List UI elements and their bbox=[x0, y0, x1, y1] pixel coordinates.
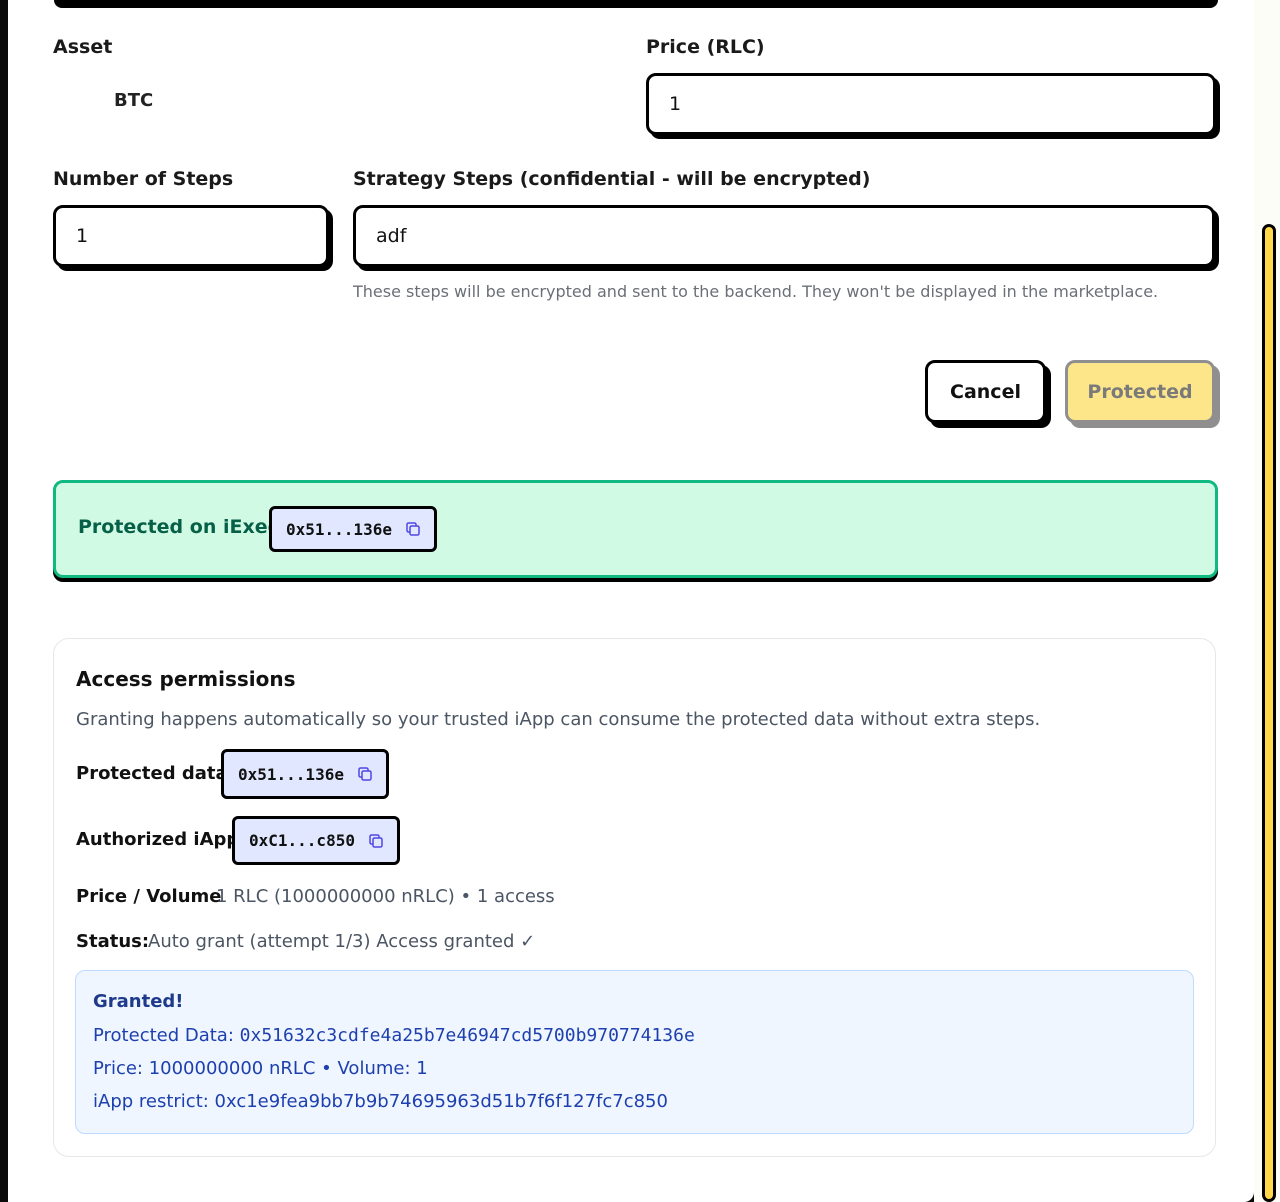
asset-value: BTC bbox=[114, 90, 154, 111]
granted-title: Granted! bbox=[93, 991, 184, 1012]
granted-protected-data: Protected Data: 0x51632c3cdfe4a25b7e4694… bbox=[93, 1025, 695, 1046]
status-value: Auto grant (attempt 1/3) Access granted … bbox=[148, 931, 536, 952]
protected-address: 0x51...136e bbox=[286, 519, 392, 539]
copy-icon[interactable] bbox=[404, 520, 422, 538]
granted-protected-data-prefix: Protected Data: bbox=[93, 1025, 234, 1046]
authorized-iapp-chip[interactable]: 0xC1...c850 bbox=[232, 816, 400, 865]
copy-icon[interactable] bbox=[367, 832, 385, 850]
status-label: Status: bbox=[76, 931, 150, 952]
authorized-iapp-label: Authorized iApp bbox=[76, 829, 240, 850]
access-permissions-card: Access permissions Granting happens auto… bbox=[53, 638, 1216, 1157]
granted-protected-data-address: 0x51632c3cdfe4a25b7e46947cd5700b97077413… bbox=[239, 1025, 695, 1046]
price-volume-label: Price / Volume bbox=[76, 886, 222, 907]
price-volume-value: 1 RLC (1000000000 nRLC) • 1 access bbox=[216, 886, 555, 907]
strategy-input[interactable]: adf bbox=[353, 205, 1215, 267]
permissions-title: Access permissions bbox=[76, 667, 296, 691]
protected-data-chip[interactable]: 0x51...136e bbox=[221, 749, 389, 799]
granted-info-box: Granted! Protected Data: 0x51632c3cdfe4a… bbox=[75, 970, 1194, 1134]
authorized-iapp-address: 0xC1...c850 bbox=[249, 831, 355, 850]
protected-button[interactable]: Protected bbox=[1065, 360, 1215, 423]
protected-data-address: 0x51...136e bbox=[238, 764, 344, 784]
strategy-label: Strategy Steps (confidential - will be e… bbox=[353, 168, 871, 190]
protected-data-label: Protected data bbox=[76, 763, 228, 784]
protected-address-chip[interactable]: 0x51...136e bbox=[269, 506, 437, 552]
protected-notice-label: Protected on iExec: bbox=[78, 516, 287, 538]
protected-notice: Protected on iExec: 0x51...136e bbox=[53, 480, 1218, 578]
permissions-description: Granting happens automatically so your t… bbox=[76, 709, 1041, 730]
price-label: Price (RLC) bbox=[646, 36, 765, 58]
granted-iapp-restrict: iApp restrict: 0xc1e9fea9bb7b9b74695963d… bbox=[93, 1091, 668, 1112]
scrollbar-thumb[interactable] bbox=[1262, 224, 1276, 1202]
strategy-helper-text: These steps will be encrypted and sent t… bbox=[353, 282, 1159, 301]
copy-icon[interactable] bbox=[356, 765, 374, 783]
granted-price-volume: Price: 1000000000 nRLC • Volume: 1 bbox=[93, 1058, 428, 1079]
price-input[interactable]: 1 bbox=[646, 73, 1216, 135]
asset-label: Asset bbox=[53, 36, 113, 58]
top-divider bbox=[54, 0, 1218, 8]
cancel-button[interactable]: Cancel bbox=[925, 360, 1046, 423]
steps-count-label: Number of Steps bbox=[53, 168, 234, 190]
steps-count-input[interactable]: 1 bbox=[53, 205, 329, 267]
